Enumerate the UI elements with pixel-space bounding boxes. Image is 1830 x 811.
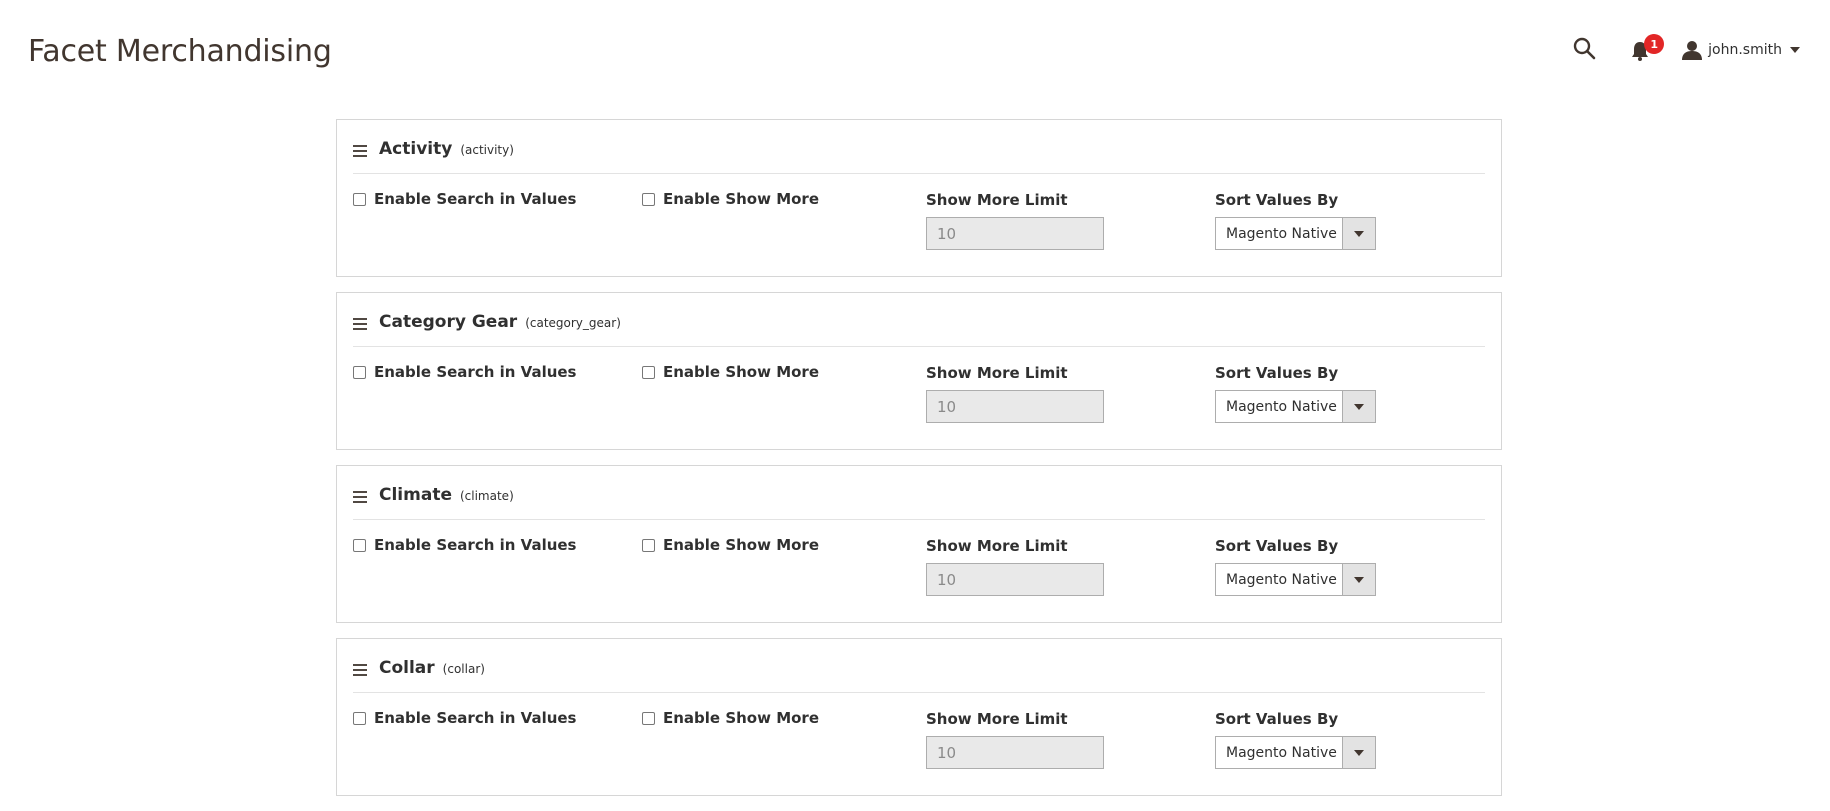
header-actions: 1 john.smith [1572,34,1800,64]
dropdown-arrow-icon [1354,403,1364,410]
drag-handle-icon[interactable] [353,490,367,503]
enable-search-label: Enable Search in Values [374,709,577,727]
show-more-limit-label: Show More Limit [926,710,1068,728]
sort-values-label: Sort Values By [1215,191,1339,209]
enable-search-checkbox[interactable] [353,538,366,552]
show-more-limit-label: Show More Limit [926,191,1068,209]
enable-show-more-field: Enable Show More [642,536,819,554]
dropdown-arrow-icon [1354,749,1364,756]
facet-name: Climate [379,484,452,505]
sort-values-label: Sort Values By [1215,710,1339,728]
facet-name: Activity [379,138,453,159]
enable-show-more-field: Enable Show More [642,709,819,727]
facet-body: Enable Search in Values Enable Show More… [353,520,1485,622]
dropdown-arrow-icon [1354,230,1364,237]
facet-header: Activity (activity) [353,120,1485,174]
enable-search-field: Enable Search in Values [353,709,577,727]
enable-show-more-checkbox[interactable] [642,192,655,206]
show-more-limit-field: Show More Limit [926,709,1104,769]
sort-values-selected: Magento Native [1226,744,1337,761]
show-more-limit-input[interactable] [926,217,1104,250]
notification-badge: 1 [1644,34,1665,54]
enable-show-more-checkbox[interactable] [642,365,655,379]
sort-values-selected: Magento Native [1226,225,1337,242]
sort-values-toggle[interactable] [1342,218,1375,249]
page-title: Facet Merchandising [28,34,332,69]
sort-values-field: Sort Values By Magento Native [1215,190,1376,250]
enable-search-checkbox[interactable] [353,192,366,206]
enable-search-field: Enable Search in Values [353,536,577,554]
show-more-limit-input[interactable] [926,563,1104,596]
sort-values-field: Sort Values By Magento Native [1215,363,1376,423]
facet-header: Category Gear (category_gear) [353,293,1485,347]
facet-card: Activity (activity) Enable Search in Val… [336,119,1502,277]
facet-code: (activity) [460,142,514,157]
sort-values-field: Sort Values By Magento Native [1215,709,1376,769]
enable-search-label: Enable Search in Values [374,190,577,208]
enable-search-checkbox[interactable] [353,711,366,725]
user-icon [1682,41,1703,60]
enable-show-more-checkbox[interactable] [642,711,655,725]
sort-values-toggle[interactable] [1342,391,1375,422]
sort-values-select[interactable]: Magento Native [1215,217,1376,250]
show-more-limit-label: Show More Limit [926,537,1068,555]
facet-code: (category_gear) [525,315,621,330]
dropdown-arrow-icon [1354,576,1364,583]
search-button[interactable] [1572,36,1600,64]
drag-handle-icon[interactable] [353,317,367,330]
enable-show-more-field: Enable Show More [642,190,819,208]
facet-body: Enable Search in Values Enable Show More… [353,693,1485,795]
sort-values-select[interactable]: Magento Native [1215,736,1376,769]
sort-values-label: Sort Values By [1215,364,1339,382]
user-menu[interactable]: john.smith [1682,40,1800,60]
enable-show-more-field: Enable Show More [642,363,819,381]
chevron-down-icon [1790,47,1800,53]
facet-name: Collar [379,657,435,678]
sort-values-toggle[interactable] [1342,564,1375,595]
enable-search-label: Enable Search in Values [374,363,577,381]
enable-search-label: Enable Search in Values [374,536,577,554]
sort-values-selected: Magento Native [1226,571,1337,588]
enable-search-checkbox[interactable] [353,365,366,379]
sort-values-label: Sort Values By [1215,537,1339,555]
enable-show-more-checkbox[interactable] [642,538,655,552]
sort-values-toggle[interactable] [1342,737,1375,768]
sort-values-selected: Magento Native [1226,398,1337,415]
enable-show-more-label: Enable Show More [663,190,819,208]
enable-show-more-label: Enable Show More [663,709,819,727]
user-name: john.smith [1708,42,1782,58]
drag-handle-icon[interactable] [353,144,367,157]
facet-header: Collar (collar) [353,639,1485,693]
facet-card: Collar (collar) Enable Search in Values … [336,638,1502,796]
enable-search-field: Enable Search in Values [353,190,577,208]
enable-show-more-label: Enable Show More [663,536,819,554]
facet-card: Climate (climate) Enable Search in Value… [336,465,1502,623]
enable-show-more-label: Enable Show More [663,363,819,381]
facet-name: Category Gear [379,311,518,332]
show-more-limit-input[interactable] [926,736,1104,769]
drag-handle-icon[interactable] [353,663,367,676]
search-icon [1573,37,1596,60]
facet-header: Climate (climate) [353,466,1485,520]
enable-search-field: Enable Search in Values [353,363,577,381]
show-more-limit-field: Show More Limit [926,536,1104,596]
sort-values-select[interactable]: Magento Native [1215,390,1376,423]
sort-values-field: Sort Values By Magento Native [1215,536,1376,596]
facet-code: (collar) [442,661,485,676]
show-more-limit-label: Show More Limit [926,364,1068,382]
show-more-limit-input[interactable] [926,390,1104,423]
facet-code: (climate) [459,488,514,503]
facet-card: Category Gear (category_gear) Enable Sea… [336,292,1502,450]
notifications-button[interactable]: 1 [1630,34,1665,64]
facet-list: Activity (activity) Enable Search in Val… [336,119,1502,811]
facet-body: Enable Search in Values Enable Show More… [353,347,1485,449]
facet-body: Enable Search in Values Enable Show More… [353,174,1485,276]
show-more-limit-field: Show More Limit [926,190,1104,250]
show-more-limit-field: Show More Limit [926,363,1104,423]
sort-values-select[interactable]: Magento Native [1215,563,1376,596]
